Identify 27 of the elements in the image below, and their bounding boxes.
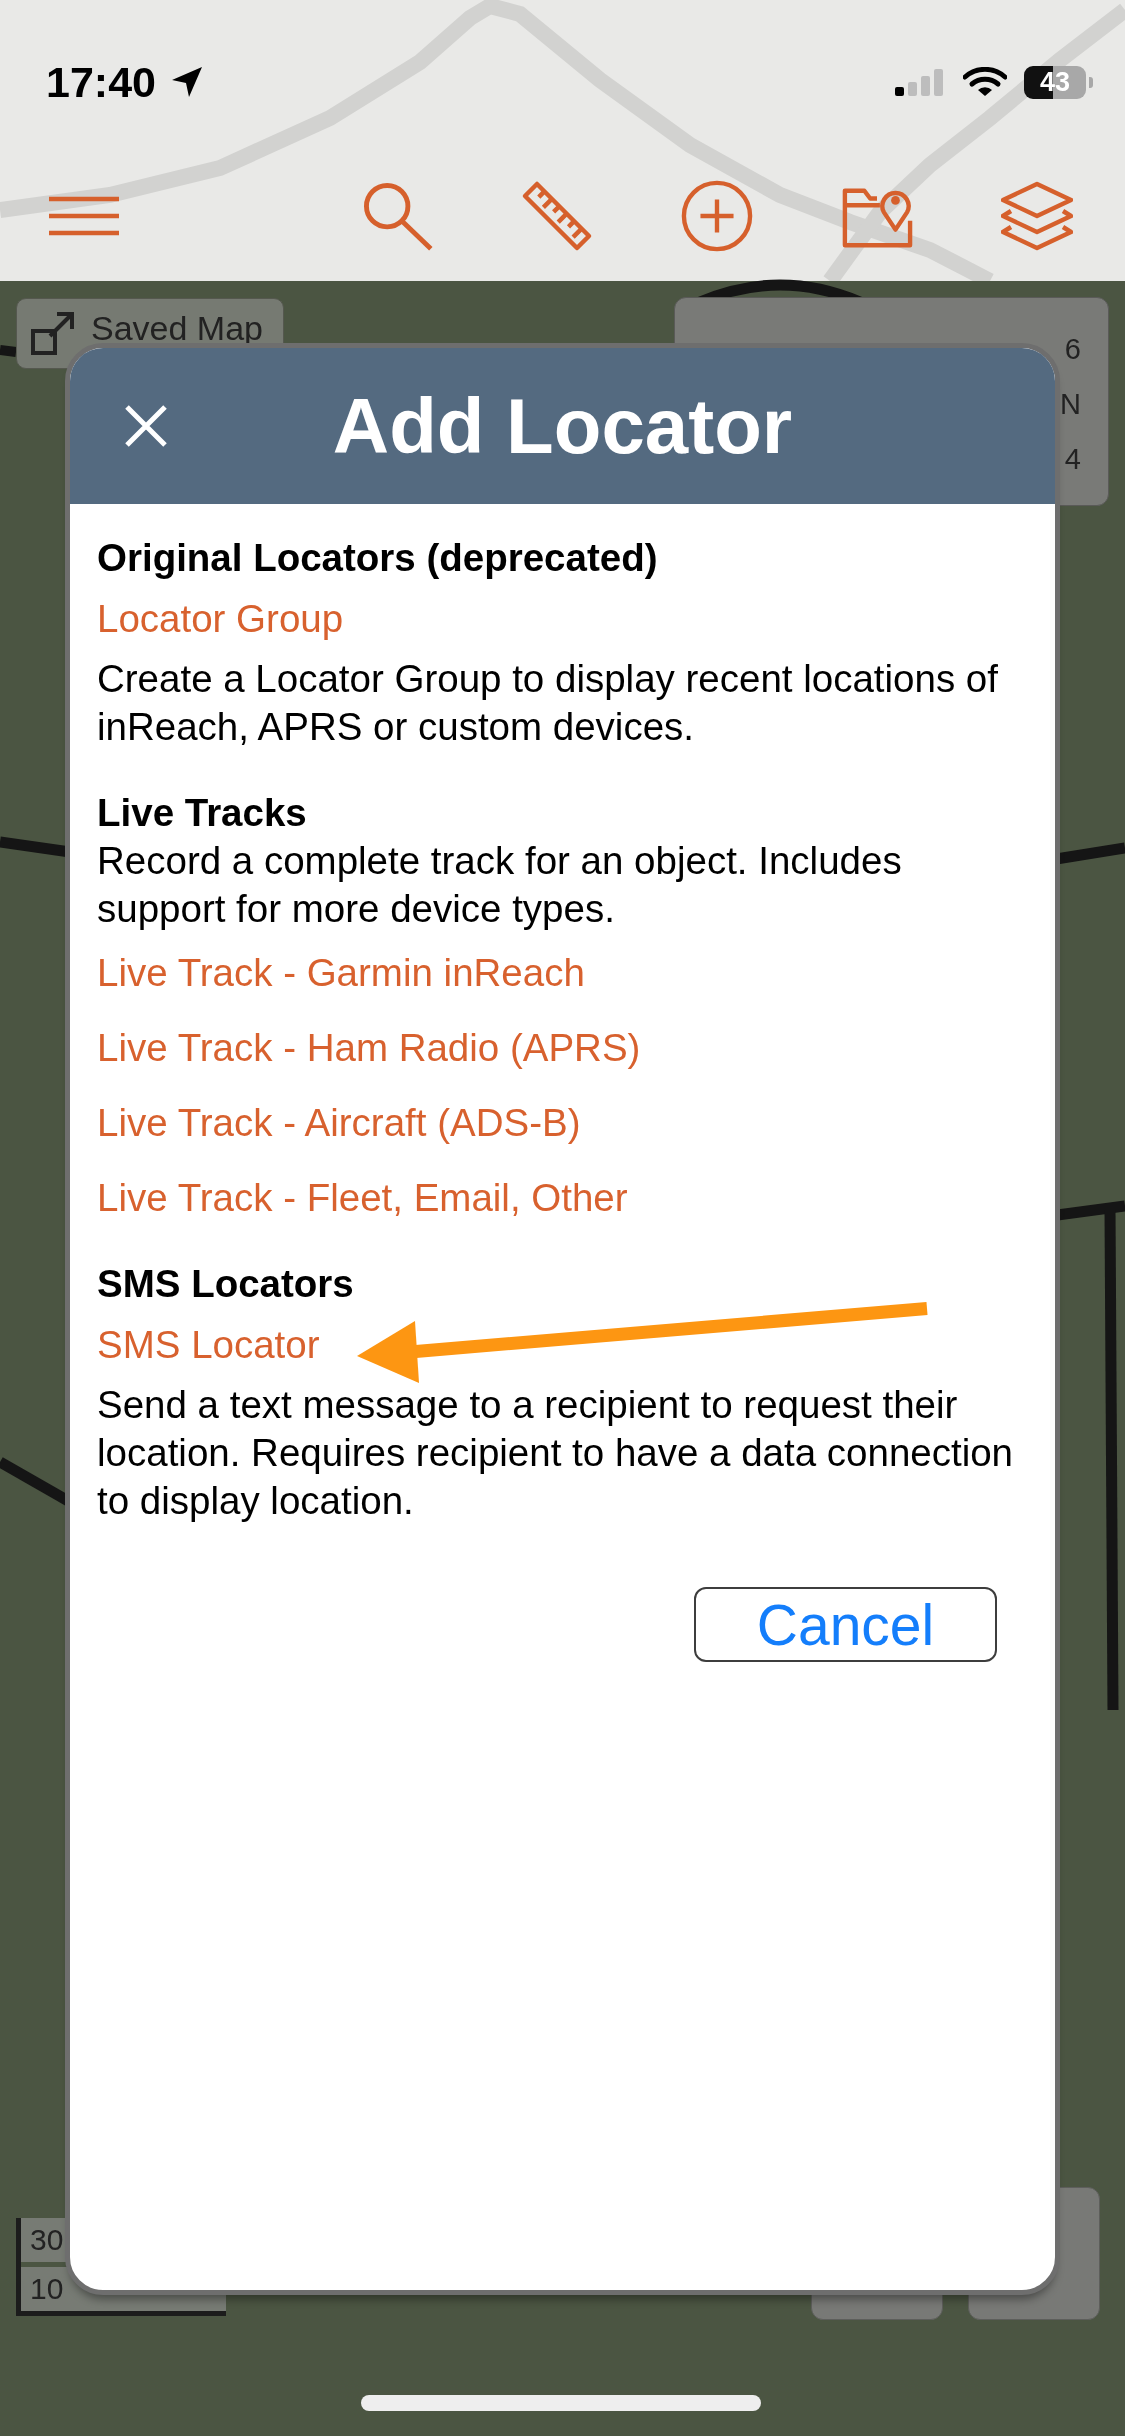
dialog-title: Add Locator [332,381,793,471]
wifi-icon [963,67,1007,97]
coordinate-text: 6 [1064,332,1081,366]
locator-type-link[interactable]: Live Track - Ham Radio (APRS) [97,1024,1022,1072]
status-time: 17:40 [46,58,156,106]
close-icon[interactable] [124,404,168,448]
locator-type-link[interactable]: Locator Group [97,595,1022,643]
coordinate-text: N [1060,387,1081,421]
locator-type-link[interactable]: Live Track - Fleet, Email, Other [97,1174,1022,1222]
section-description: Send a text message to a recipient to request their location. Requires recipient to have a data connection to display location. [97,1382,1015,1524]
section-description: Create a Locator Group to display recent locations of inReach, APRS or custom devices. [97,656,999,750]
add-icon[interactable] [681,179,753,252]
section-heading: SMS Locators [97,1261,355,1307]
signal-icon [895,68,943,96]
section-description: Record a complete track for an object. Includes support for more device types. [97,838,903,932]
layers-icon[interactable] [1001,179,1073,252]
section-heading: Live Tracks [97,790,308,836]
menu-icon[interactable] [49,195,119,236]
locator-type-link[interactable]: SMS Locator [97,1321,1022,1369]
location-arrow-icon [170,65,204,99]
locator-type-link[interactable]: Live Track - Garmin inReach [97,949,1022,997]
section-heading: Original Locators (deprecated) [97,535,659,581]
ruler-icon[interactable] [521,179,593,252]
cancel-button[interactable]: Cancel [694,1587,997,1662]
locator-type-link[interactable]: Live Track - Aircraft (ADS-B) [97,1099,1022,1147]
expand-icon [30,310,76,356]
coordinate-text: 4 [1064,442,1081,476]
